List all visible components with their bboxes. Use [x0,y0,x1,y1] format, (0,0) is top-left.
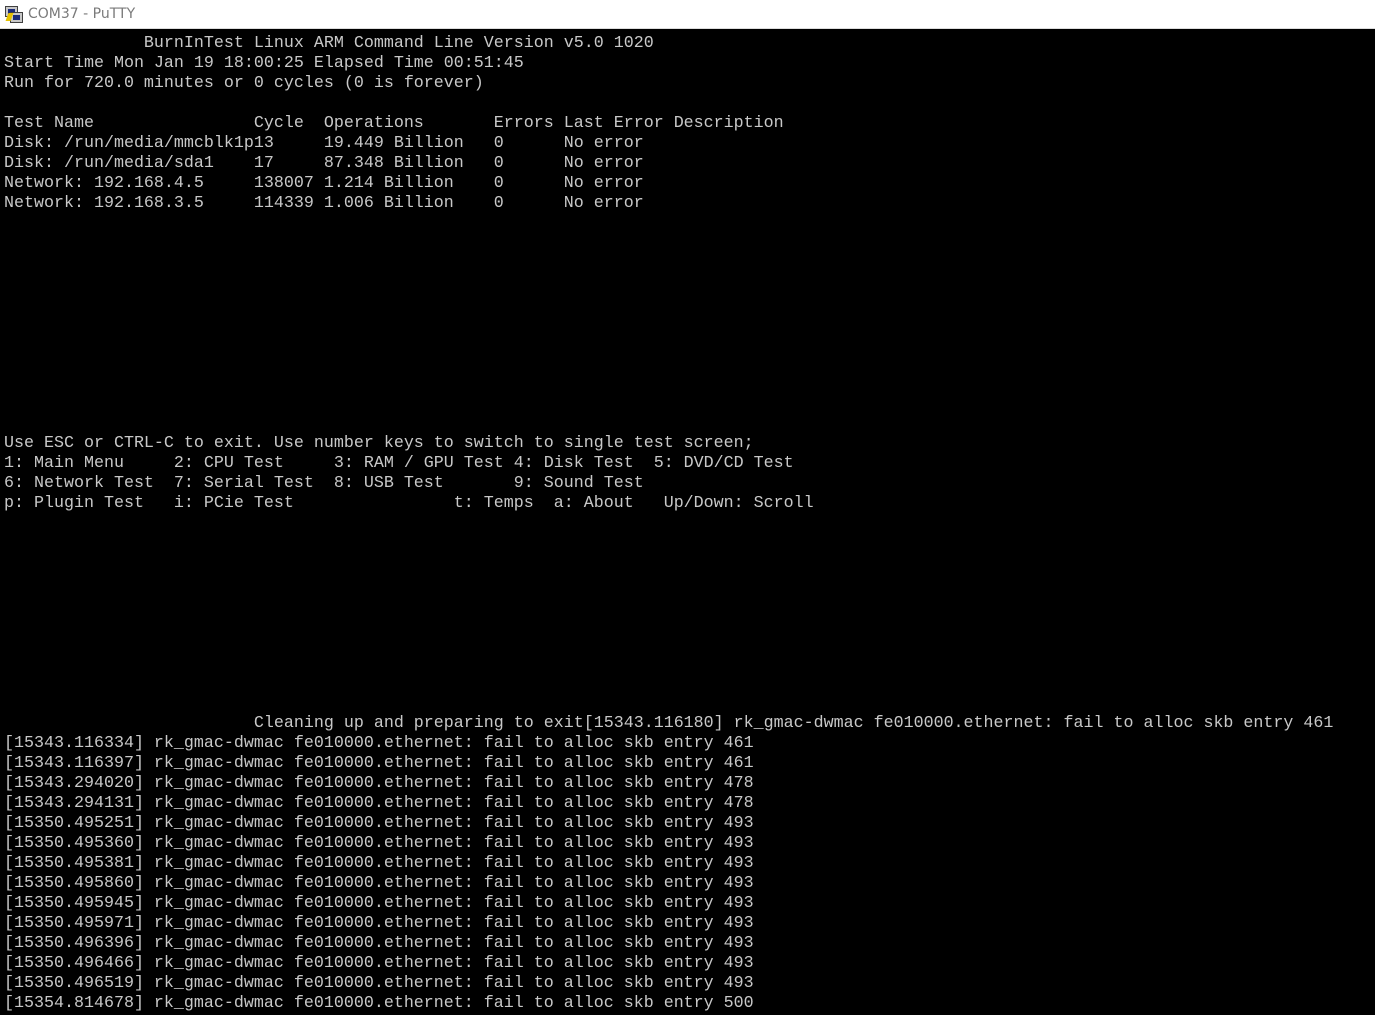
terminal-line: 1: Main Menu 2: CPU Test 3: RAM / GPU Te… [4,454,794,473]
putty-icon[interactable] [4,5,23,23]
terminal-line: [15350.495381] rk_gmac-dwmac fe010000.et… [4,854,754,873]
terminal-line: p: Plugin Test i: PCie Test t: Temps a: … [4,494,814,513]
terminal-line: 6: Network Test 7: Serial Test 8: USB Te… [4,474,644,493]
terminal-line: Network: 192.168.4.5 138007 1.214 Billio… [4,174,644,193]
terminal-line: [15350.495360] rk_gmac-dwmac fe010000.et… [4,834,754,853]
terminal-line: [15350.496396] rk_gmac-dwmac fe010000.et… [4,934,754,953]
terminal-line: BurnInTest Linux ARM Command Line Versio… [4,34,654,53]
terminal-line: [15350.495945] rk_gmac-dwmac fe010000.et… [4,894,754,913]
terminal-line: [15350.495971] rk_gmac-dwmac fe010000.et… [4,914,754,933]
window-title: COM37 - PuTTY [28,6,136,22]
terminal-line: Disk: /run/media/sda1 17 87.348 Billion … [4,154,644,173]
terminal-line: Disk: /run/media/mmcblk1p13 19.449 Billi… [4,134,644,153]
terminal-line: Cleaning up and preparing to exit[15343.… [4,714,1334,733]
terminal-line: [15350.496519] rk_gmac-dwmac fe010000.et… [4,974,754,993]
terminal-line: [15354.814678] rk_gmac-dwmac fe010000.et… [4,994,754,1013]
title-bar[interactable]: COM37 - PuTTY [0,0,1375,29]
terminal-line: [15343.294131] rk_gmac-dwmac fe010000.et… [4,794,754,813]
terminal-line: Test Name Cycle Operations Errors Last E… [4,114,784,133]
terminal-line: [15343.116334] rk_gmac-dwmac fe010000.et… [4,734,754,753]
terminal-line: [15343.116397] rk_gmac-dwmac fe010000.et… [4,754,754,773]
terminal-line: Network: 192.168.3.5 114339 1.006 Billio… [4,194,644,213]
terminal-line: [15350.496466] rk_gmac-dwmac fe010000.et… [4,954,754,973]
terminal-line: [15350.495251] rk_gmac-dwmac fe010000.et… [4,814,754,833]
terminal-screen[interactable]: BurnInTest Linux ARM Command Line Versio… [4,34,1375,1015]
terminal-line: Start Time Mon Jan 19 18:00:25 Elapsed T… [4,54,524,73]
terminal-line: [15350.495860] rk_gmac-dwmac fe010000.et… [4,874,754,893]
terminal-line: [15343.294020] rk_gmac-dwmac fe010000.et… [4,774,754,793]
terminal-line: Use ESC or CTRL-C to exit. Use number ke… [4,434,754,453]
terminal-line: Run for 720.0 minutes or 0 cycles (0 is … [4,74,484,93]
